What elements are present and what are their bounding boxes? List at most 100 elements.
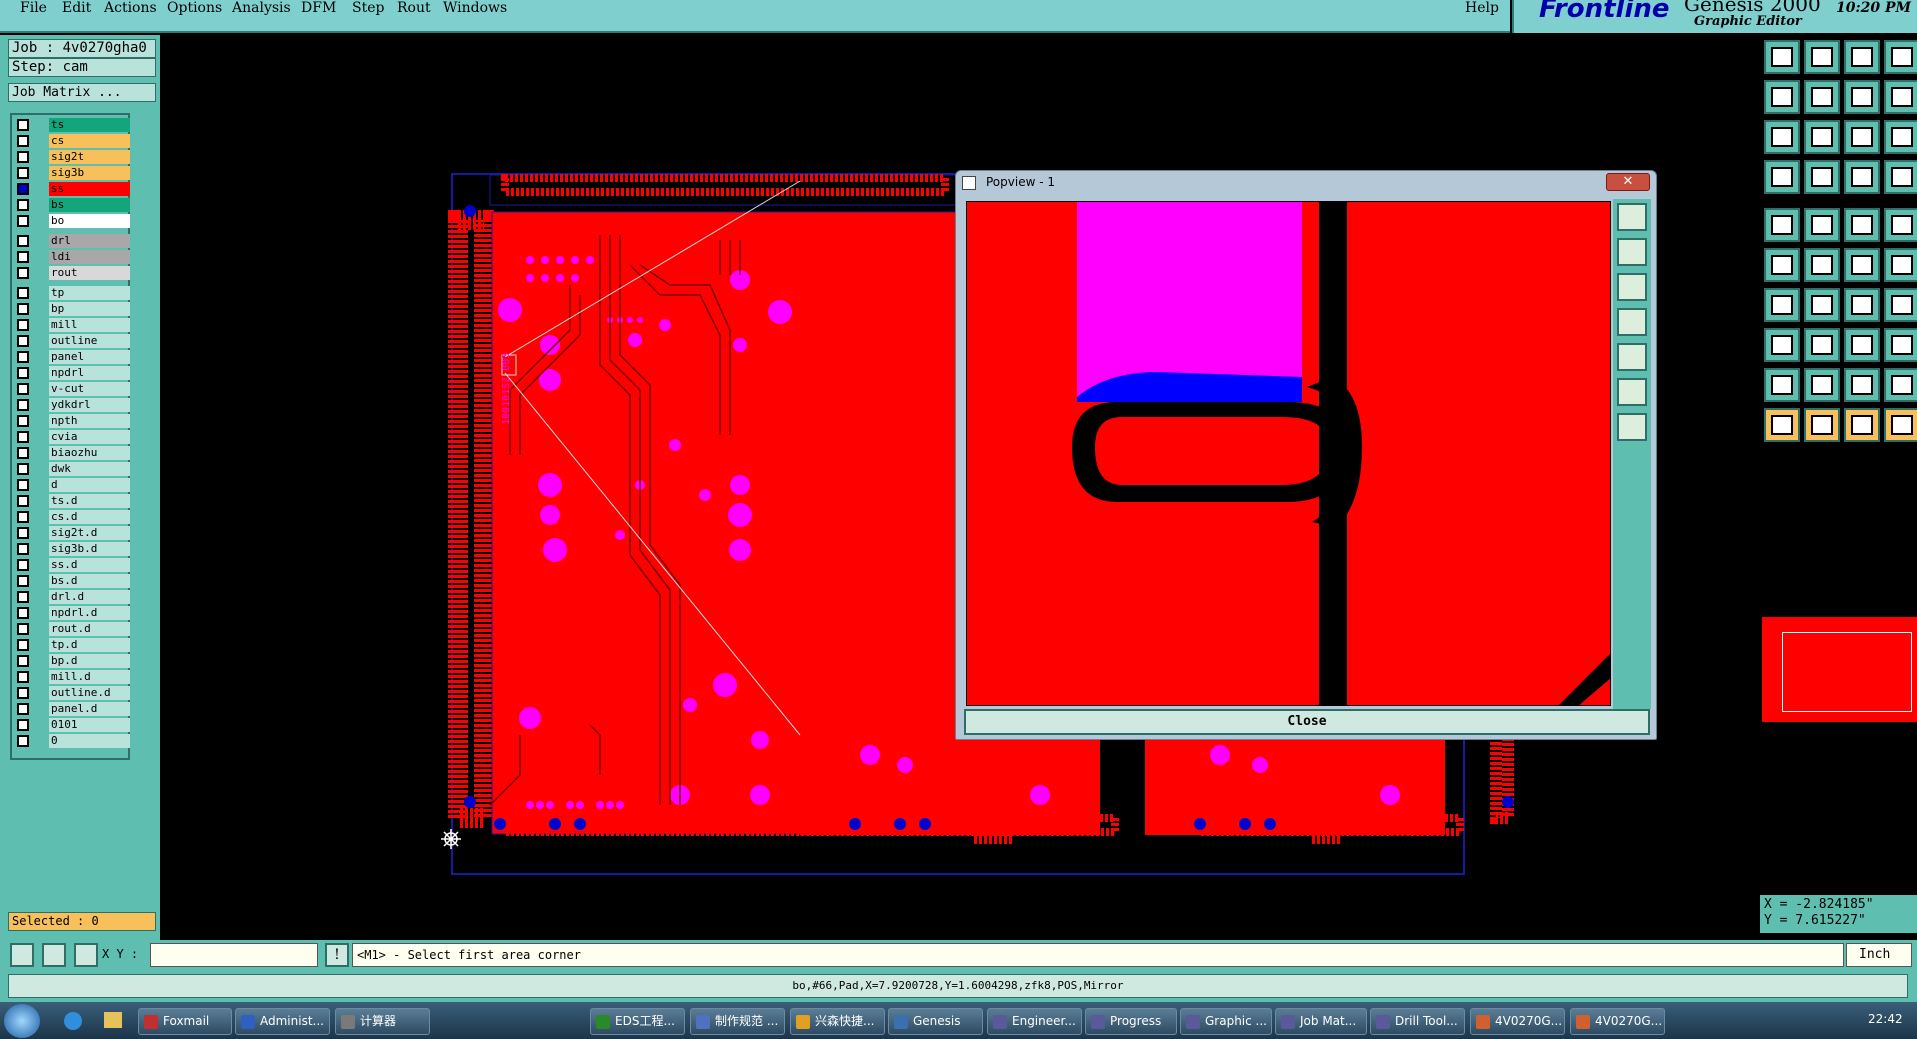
- layer-name[interactable]: npdrl: [49, 366, 130, 380]
- taskbar-item[interactable]: 4V0270G...: [1570, 1008, 1665, 1035]
- layer-checkbox[interactable]: [17, 607, 29, 619]
- zoom-area-icon[interactable]: [10, 943, 34, 967]
- layer-checkbox[interactable]: [17, 479, 29, 491]
- layer-row-drl-d[interactable]: drl.d: [14, 590, 130, 604]
- taskbar-item[interactable]: Foxmail: [138, 1008, 232, 1035]
- triangle-icon[interactable]: [1884, 368, 1917, 402]
- layer-checkbox[interactable]: [17, 575, 29, 587]
- pointer-icon[interactable]: [1764, 408, 1800, 442]
- layer-checkbox[interactable]: [17, 303, 29, 315]
- layer-checkbox[interactable]: [17, 591, 29, 603]
- popview-close-x-button[interactable]: ✕: [1606, 173, 1650, 191]
- layer-row-rout[interactable]: rout: [14, 266, 130, 280]
- triangle-icon[interactable]: [1844, 368, 1880, 402]
- info-icon[interactable]: !: [325, 943, 349, 967]
- layer-checkbox[interactable]: [17, 703, 29, 715]
- layer-checkbox[interactable]: [17, 199, 29, 211]
- connect-icon[interactable]: [1764, 248, 1800, 282]
- layer-row-npth[interactable]: npth: [14, 414, 130, 428]
- layer-name[interactable]: tp.d: [49, 638, 130, 652]
- layer-name[interactable]: npth: [49, 414, 130, 428]
- pad-icon[interactable]: [1884, 208, 1917, 242]
- snap-grid-icon[interactable]: [74, 943, 98, 967]
- delete-icon[interactable]: [1804, 248, 1840, 282]
- layer-checkbox[interactable]: [17, 687, 29, 699]
- layer-name[interactable]: d: [49, 478, 130, 492]
- zoom-fit-icon[interactable]: [1617, 203, 1647, 231]
- layer-row-outline-d[interactable]: outline.d: [14, 686, 130, 700]
- layer-name[interactable]: cs: [49, 134, 130, 148]
- layer-row-ts-d[interactable]: ts.d: [14, 494, 130, 508]
- layer-name[interactable]: mill: [49, 318, 130, 332]
- layer-checkbox[interactable]: [17, 287, 29, 299]
- layer-name[interactable]: bo: [49, 214, 130, 228]
- layer-name[interactable]: drl.d: [49, 590, 130, 604]
- layer-row-outline[interactable]: outline: [14, 334, 130, 348]
- layer-row-panel[interactable]: panel: [14, 350, 130, 364]
- popview-close-button[interactable]: Close: [964, 709, 1650, 735]
- layer-name[interactable]: 0101: [49, 718, 130, 732]
- point-icon[interactable]: [1764, 328, 1800, 362]
- overview-map[interactable]: [1762, 617, 1917, 722]
- arc-icon[interactable]: [1764, 288, 1800, 322]
- layer-checkbox[interactable]: [17, 511, 29, 523]
- fill-icon[interactable]: [1884, 288, 1917, 322]
- layer-name[interactable]: bs.d: [49, 574, 130, 588]
- scale-icon[interactable]: [1844, 120, 1880, 154]
- ie-icon[interactable]: [64, 1012, 82, 1030]
- layer-row-bs-d[interactable]: bs.d: [14, 574, 130, 588]
- curve-icon[interactable]: [1844, 288, 1880, 322]
- layer-row-npdrl[interactable]: npdrl: [14, 366, 130, 380]
- view-icon[interactable]: [1764, 40, 1800, 74]
- layer-name[interactable]: mill.d: [49, 670, 130, 684]
- layer-name[interactable]: outline: [49, 334, 130, 348]
- link-icon[interactable]: [1884, 328, 1917, 362]
- layer-checkbox[interactable]: [17, 267, 29, 279]
- taskbar-item[interactable]: EDS工程...: [590, 1008, 685, 1035]
- flip-icon[interactable]: [1844, 80, 1880, 114]
- layer-name[interactable]: ts: [49, 118, 130, 132]
- wrench-icon[interactable]: [1764, 160, 1800, 194]
- taskbar-item[interactable]: 兴森快捷...: [790, 1008, 885, 1035]
- layer-row-npdrl-d[interactable]: npdrl.d: [14, 606, 130, 620]
- layer-checkbox[interactable]: [17, 151, 29, 163]
- layer-checkbox[interactable]: [17, 215, 29, 227]
- triangle-icon[interactable]: [1804, 368, 1840, 402]
- layer-row-bo[interactable]: bo: [14, 214, 130, 228]
- layer-name[interactable]: rout.d: [49, 622, 130, 636]
- layer-row-ydkdrl[interactable]: ydkdrl: [14, 398, 130, 412]
- layer-checkbox[interactable]: [17, 351, 29, 363]
- fit-icon[interactable]: [1764, 120, 1800, 154]
- layer-row-drl[interactable]: drl: [14, 234, 130, 248]
- move-left-icon[interactable]: [1764, 80, 1800, 114]
- layer-checkbox[interactable]: [17, 235, 29, 247]
- menu-dfm[interactable]: DFM: [301, 0, 336, 16]
- layer-row-bp[interactable]: bp: [14, 302, 130, 316]
- unknown-icon[interactable]: [1884, 40, 1917, 74]
- pan-right-icon[interactable]: [1617, 343, 1647, 371]
- layer-name[interactable]: biaozhu: [49, 446, 130, 460]
- layer-name[interactable]: panel: [49, 350, 130, 364]
- layer-name[interactable]: npdrl.d: [49, 606, 130, 620]
- layer-row-mill[interactable]: mill: [14, 318, 130, 332]
- line-icon[interactable]: [1884, 248, 1917, 282]
- zoom-in-icon[interactable]: [1617, 238, 1647, 266]
- layer-checkbox[interactable]: [17, 167, 29, 179]
- layer-row-bp-d[interactable]: bp.d: [14, 654, 130, 668]
- layer-name[interactable]: rout: [49, 266, 130, 280]
- taskbar-item[interactable]: 计算器: [335, 1008, 430, 1035]
- minus-icon[interactable]: [1804, 328, 1840, 362]
- menu-windows[interactable]: Windows: [443, 0, 507, 16]
- move-right-icon[interactable]: [1804, 80, 1840, 114]
- layer-name[interactable]: ss: [49, 182, 130, 196]
- draw-icon[interactable]: [1804, 208, 1840, 242]
- ruler-icon[interactable]: [1844, 208, 1880, 242]
- layer-checkbox[interactable]: [17, 623, 29, 635]
- layer-checkbox[interactable]: [17, 335, 29, 347]
- layer-row-panel-d[interactable]: panel.d: [14, 702, 130, 716]
- units-selector[interactable]: Inch: [1846, 943, 1912, 967]
- layer-row-ss[interactable]: ss: [14, 182, 130, 196]
- layer-row-tp[interactable]: tp: [14, 286, 130, 300]
- menu-edit[interactable]: Edit: [62, 0, 91, 16]
- layer-checkbox[interactable]: [17, 639, 29, 651]
